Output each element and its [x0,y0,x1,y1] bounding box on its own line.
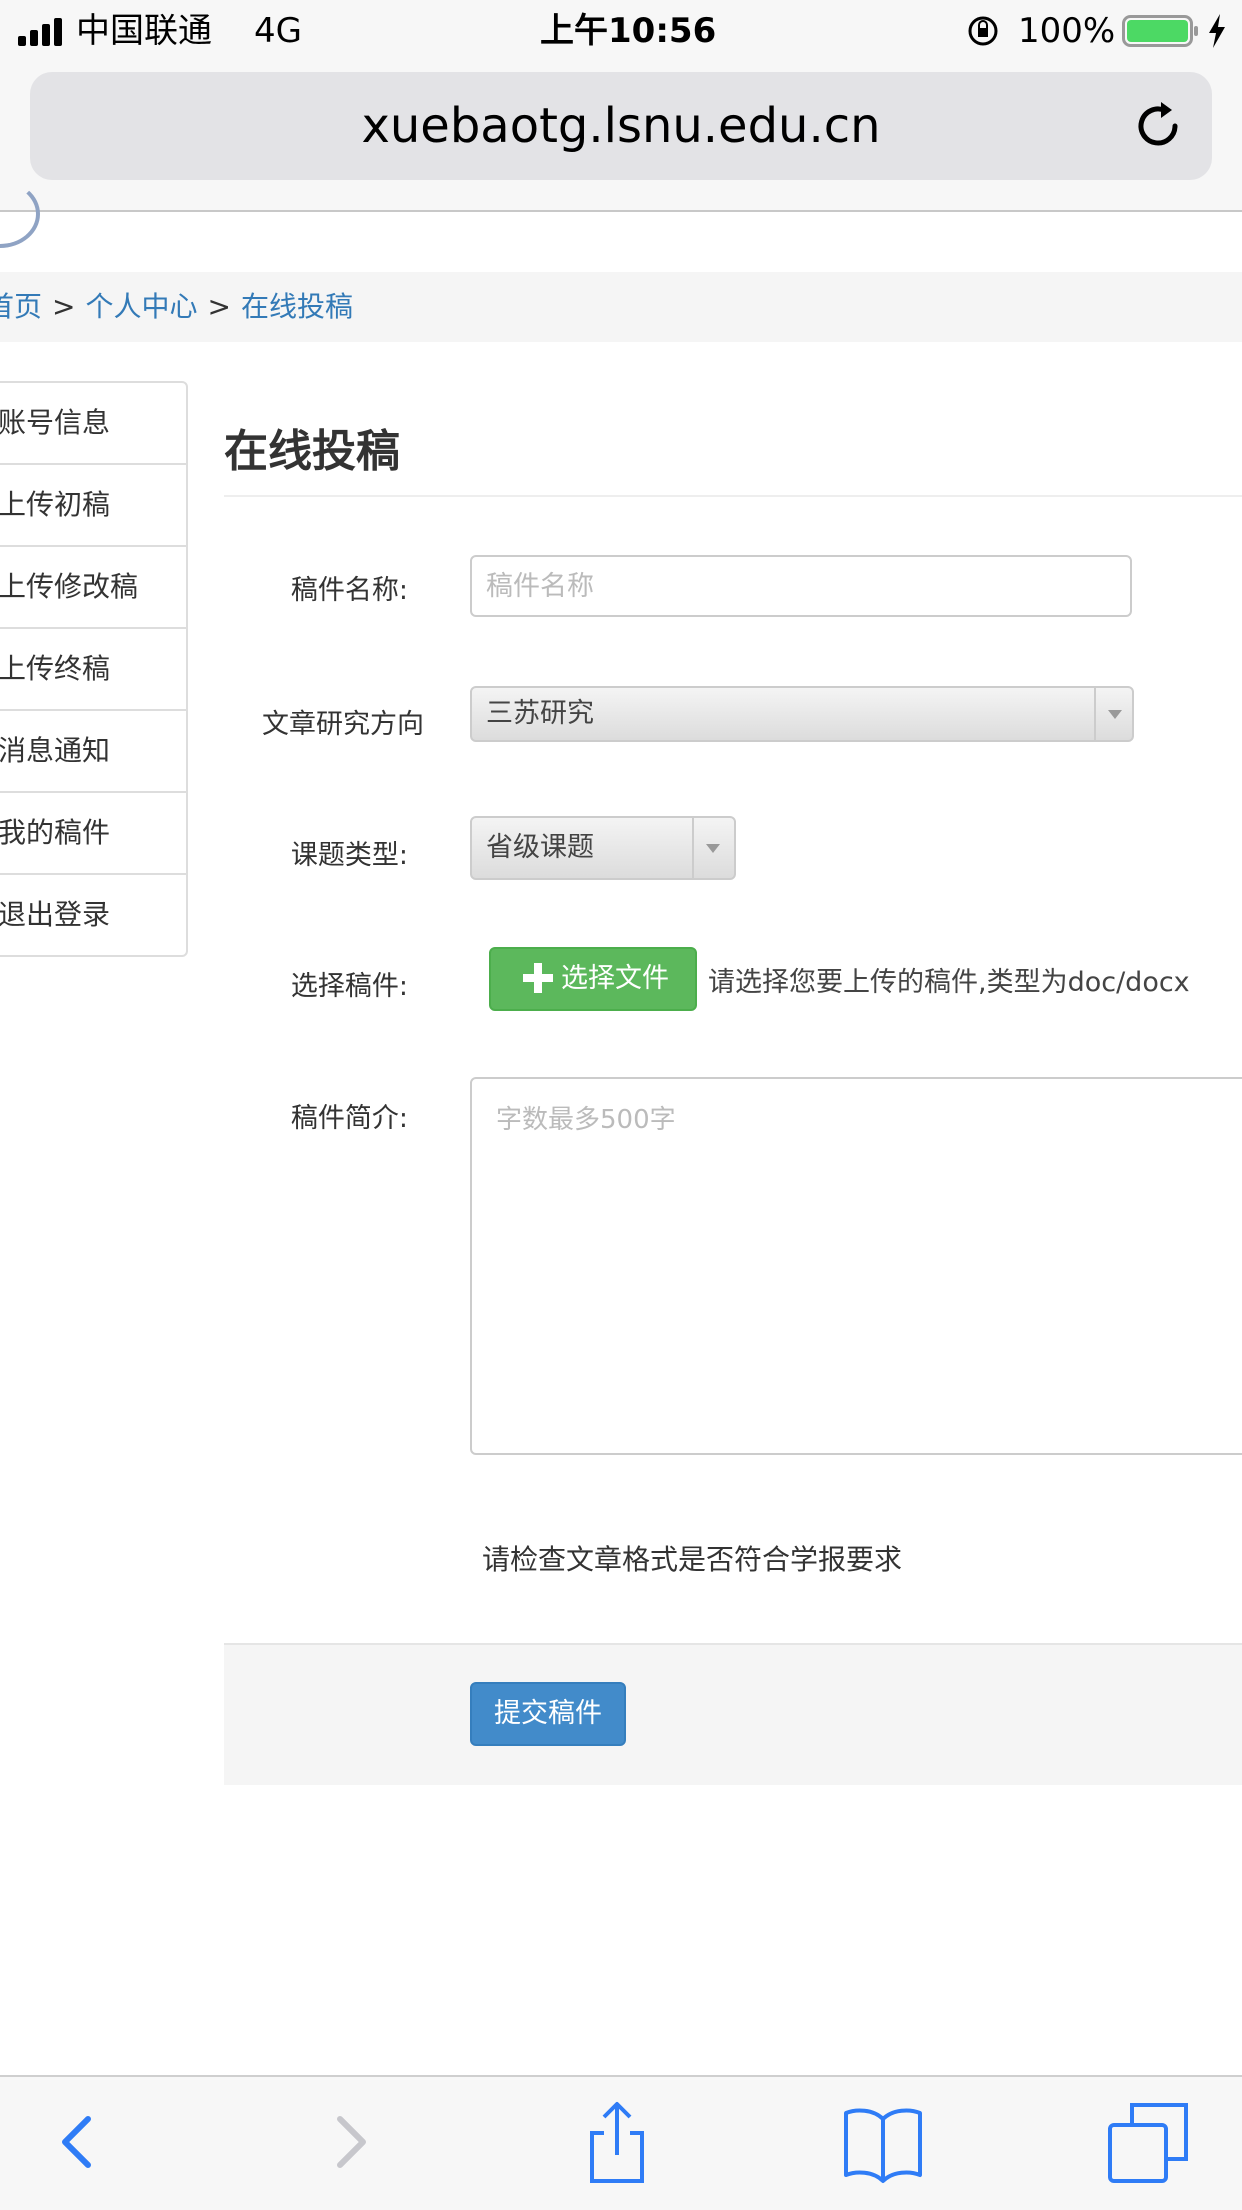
project-type-select[interactable]: 省级课题 [470,816,736,880]
breadcrumb-separator: > [207,290,231,323]
breadcrumb-online-submission[interactable]: 在线投稿 [241,290,353,323]
abstract-label: 稿件简介: [290,1103,408,1134]
research-direction-select[interactable]: 三苏研究 [470,686,1134,742]
back-icon[interactable] [32,2097,122,2187]
choose-file-button[interactable]: 选择文件 [489,947,697,1011]
status-time: 上午10:56 [540,11,717,51]
sidebar-item-my-manuscripts[interactable]: 我的稿件 [0,793,186,875]
breadcrumb-separator: > [52,290,76,323]
address-bar[interactable]: xuebaotg.lsnu.edu.cn [30,72,1212,180]
forward-icon[interactable] [306,2097,396,2187]
page-title: 在线投稿 [224,426,400,477]
sidebar-item-upload-revision[interactable]: 上传修改稿 [0,547,186,629]
breadcrumb: 首页 > 个人中心 > 在线投稿 [0,272,1242,342]
charging-icon [1209,14,1225,48]
signal-icon [18,18,68,46]
sidebar-item-upload-draft[interactable]: 上传初稿 [0,465,186,547]
sidebar-menu: 账号信息 上传初稿 上传修改稿 上传终稿 消息通知 我的稿件 退出登录 [0,381,188,957]
format-notice: 请检查文章格式是否符合学报要求 [482,1543,903,1576]
browser-toolbar [0,2075,1242,2210]
sidebar-item-upload-final[interactable]: 上传终稿 [0,629,186,711]
abstract-textarea[interactable] [470,1077,1242,1455]
manuscript-name-input[interactable] [470,555,1132,617]
network-type: 4G [254,11,302,51]
battery-icon [1122,15,1198,47]
project-type-label: 课题类型: [290,840,408,871]
reload-icon[interactable] [1132,98,1188,154]
tabs-icon[interactable] [1104,2097,1194,2187]
research-direction-value: 三苏研究 [486,698,594,729]
share-icon[interactable] [572,2097,662,2187]
bookmarks-icon[interactable] [838,2097,928,2187]
file-label: 选择稿件: [290,971,408,1002]
submit-button[interactable]: 提交稿件 [470,1682,626,1746]
choose-file-label: 选择文件 [561,963,669,994]
sidebar-item-account-info[interactable]: 账号信息 [0,383,186,465]
orientation-lock-icon [968,16,998,46]
sidebar-item-notifications[interactable]: 消息通知 [0,711,186,793]
chevron-down-icon [692,818,734,878]
battery-percent: 100% [1018,11,1116,51]
research-direction-label: 文章研究方向 [262,709,424,740]
form-actions-panel [224,1643,1242,1785]
url-text[interactable]: xuebaotg.lsnu.edu.cn [30,72,1212,180]
carrier-name: 中国联通 [76,11,212,51]
manuscript-name-label: 稿件名称: [290,575,408,606]
file-type-hint: 请选择您要上传的稿件,类型为doc/docx [708,967,1190,998]
browser-chrome: xuebaotg.lsnu.edu.cn [0,62,1242,212]
project-type-value: 省级课题 [486,832,594,863]
sidebar-item-logout[interactable]: 退出登录 [0,875,186,955]
status-bar: 中国联通 4G 上午10:56 100% [0,0,1242,62]
breadcrumb-home[interactable]: 首页 [0,290,42,323]
title-divider [224,495,1242,497]
plus-icon [523,963,553,993]
breadcrumb-personal-center[interactable]: 个人中心 [85,290,197,323]
chevron-down-icon [1094,688,1132,740]
